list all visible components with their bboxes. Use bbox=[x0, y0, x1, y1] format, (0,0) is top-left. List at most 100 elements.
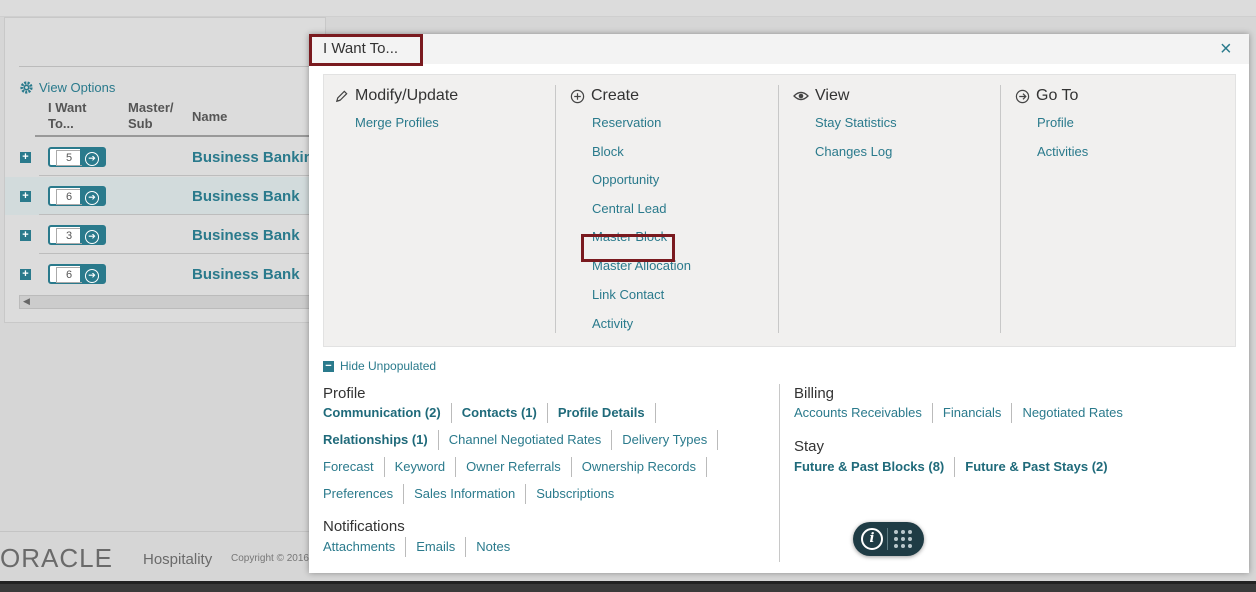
arrow-right-icon: ➔ bbox=[85, 269, 99, 283]
floating-action-button[interactable]: i bbox=[853, 522, 924, 556]
expand-icon[interactable]: + bbox=[20, 191, 31, 202]
view-title: View bbox=[815, 87, 850, 104]
count-field: 6 bbox=[56, 189, 82, 205]
hide-unpopulated-toggle[interactable]: − Hide Unpopulated bbox=[323, 359, 436, 373]
link-activity[interactable]: Activity bbox=[592, 316, 633, 331]
row-name[interactable]: Business Banking bbox=[192, 149, 322, 166]
count-field: 3 bbox=[56, 228, 82, 244]
link-attachments[interactable]: Attachments bbox=[323, 537, 405, 557]
modify-update-title: Modify/Update bbox=[355, 87, 459, 104]
link-subscriptions[interactable]: Subscriptions bbox=[525, 484, 624, 504]
table-row: + 3 ➔ Business Bank bbox=[5, 216, 329, 254]
bottom-bar bbox=[0, 581, 1256, 592]
link-changes-log[interactable]: Changes Log bbox=[815, 144, 892, 159]
view-header: View bbox=[793, 87, 849, 105]
notifications-section-title: Notifications bbox=[323, 518, 405, 535]
count-field: 6 bbox=[56, 267, 82, 283]
row-name[interactable]: Business Bank bbox=[192, 266, 300, 283]
link-merge-profiles[interactable]: Merge Profiles bbox=[355, 115, 439, 130]
arrow-circle-icon bbox=[1015, 89, 1030, 103]
row-name[interactable]: Business Bank bbox=[192, 188, 300, 205]
link-delivery-types[interactable]: Delivery Types bbox=[611, 430, 719, 450]
modify-update-header: Modify/Update bbox=[334, 87, 458, 105]
pencil-icon bbox=[335, 89, 348, 102]
profile-links-row-1: Communication (2) Contacts (1) Profile D… bbox=[323, 403, 656, 423]
background-panel: View Options I Want To... Master/ Sub Na… bbox=[4, 17, 329, 323]
dialog-title-bar bbox=[309, 34, 1249, 64]
link-channel-negotiated-rates[interactable]: Channel Negotiated Rates bbox=[437, 430, 612, 450]
go-to-header: Go To bbox=[1015, 87, 1078, 105]
link-sales-information[interactable]: Sales Information bbox=[403, 484, 525, 504]
create-header: Create bbox=[570, 87, 639, 105]
section-divider bbox=[779, 384, 780, 562]
billing-section-title: Billing bbox=[794, 385, 835, 402]
apps-grid-icon[interactable] bbox=[894, 530, 912, 548]
link-communication[interactable]: Communication (2) bbox=[323, 403, 451, 423]
app-top-bar bbox=[0, 0, 1256, 17]
arrow-right-icon: ➔ bbox=[85, 230, 99, 244]
i-want-to-button[interactable]: 5 ➔ bbox=[48, 147, 106, 167]
stay-section-title: Stay bbox=[794, 438, 825, 455]
view-options-link[interactable]: View Options bbox=[19, 80, 115, 95]
gear-icon bbox=[20, 81, 33, 94]
link-central-lead[interactable]: Central Lead bbox=[592, 201, 666, 216]
horizontal-scrollbar[interactable]: ◀ bbox=[19, 295, 327, 309]
count-field: 5 bbox=[56, 150, 82, 166]
link-profile-details[interactable]: Profile Details bbox=[546, 403, 656, 423]
billing-links-row: Accounts Receivables Financials Negotiat… bbox=[794, 403, 1133, 423]
link-activities[interactable]: Activities bbox=[1037, 144, 1088, 159]
scroll-left-icon[interactable]: ◀ bbox=[23, 296, 30, 307]
column-header-name: Name bbox=[192, 109, 228, 124]
expand-icon[interactable]: + bbox=[20, 230, 31, 241]
i-want-to-button[interactable]: 6 ➔ bbox=[48, 264, 106, 284]
link-link-contact[interactable]: Link Contact bbox=[592, 287, 664, 302]
link-reservation[interactable]: Reservation bbox=[592, 115, 661, 130]
create-title: Create bbox=[591, 87, 640, 104]
actions-panel: Modify/Update Merge Profiles Create Rese… bbox=[323, 74, 1236, 347]
link-future-past-blocks[interactable]: Future & Past Blocks (8) bbox=[794, 457, 954, 477]
column-header-i-want-to: I Want To... bbox=[48, 100, 87, 131]
hospitality-label: Hospitality bbox=[143, 551, 213, 568]
link-keyword[interactable]: Keyword bbox=[383, 457, 456, 477]
link-preferences[interactable]: Preferences bbox=[323, 484, 403, 504]
table-row: + 6 ➔ Business Bank bbox=[5, 177, 329, 215]
view-options-label: View Options bbox=[39, 80, 116, 95]
i-want-to-button[interactable]: 3 ➔ bbox=[48, 225, 106, 245]
link-contacts[interactable]: Contacts (1) bbox=[450, 403, 547, 423]
column-header-master-sub: Master/ Sub bbox=[128, 100, 174, 131]
link-forecast[interactable]: Forecast bbox=[323, 457, 384, 477]
link-relationships[interactable]: Relationships (1) bbox=[323, 430, 438, 450]
expand-icon[interactable]: + bbox=[20, 269, 31, 280]
collapse-icon: − bbox=[323, 360, 334, 372]
row-name[interactable]: Business Bank bbox=[192, 227, 300, 244]
link-owner-referrals[interactable]: Owner Referrals bbox=[455, 457, 571, 477]
plus-circle-icon bbox=[570, 89, 585, 103]
profile-links-row-4: Preferences Sales Information Subscripti… bbox=[323, 484, 624, 504]
link-opportunity[interactable]: Opportunity bbox=[592, 172, 659, 187]
go-to-title: Go To bbox=[1036, 87, 1079, 104]
eye-icon bbox=[793, 91, 809, 101]
info-icon[interactable]: i bbox=[861, 528, 883, 550]
hide-unpopulated-label: Hide Unpopulated bbox=[340, 359, 437, 373]
link-financials[interactable]: Financials bbox=[931, 403, 1012, 423]
link-future-past-stays[interactable]: Future & Past Stays (2) bbox=[954, 457, 1117, 477]
link-block[interactable]: Block bbox=[592, 144, 624, 159]
profile-section-title: Profile bbox=[323, 385, 366, 402]
link-notes[interactable]: Notes bbox=[465, 537, 520, 557]
link-emails[interactable]: Emails bbox=[405, 537, 465, 557]
arrow-right-icon: ➔ bbox=[85, 191, 99, 205]
oracle-logo: ORACLE bbox=[0, 543, 113, 573]
link-ownership-records[interactable]: Ownership Records bbox=[570, 457, 707, 477]
i-want-to-button[interactable]: 6 ➔ bbox=[48, 186, 106, 206]
expand-icon[interactable]: + bbox=[20, 152, 31, 163]
stay-links-row: Future & Past Blocks (8) Future & Past S… bbox=[794, 457, 1118, 477]
link-negotiated-rates[interactable]: Negotiated Rates bbox=[1011, 403, 1132, 423]
central-lead-highlight-box bbox=[581, 234, 675, 262]
notifications-links-row: Attachments Emails Notes bbox=[323, 537, 520, 557]
close-icon[interactable]: × bbox=[1220, 38, 1232, 61]
profile-links-row-2: Relationships (1) Channel Negotiated Rat… bbox=[323, 430, 719, 450]
table-row: + 5 ➔ Business Banking bbox=[5, 138, 329, 176]
link-profile[interactable]: Profile bbox=[1037, 115, 1074, 130]
link-stay-statistics[interactable]: Stay Statistics bbox=[815, 115, 897, 130]
link-accounts-receivables[interactable]: Accounts Receivables bbox=[794, 403, 932, 423]
